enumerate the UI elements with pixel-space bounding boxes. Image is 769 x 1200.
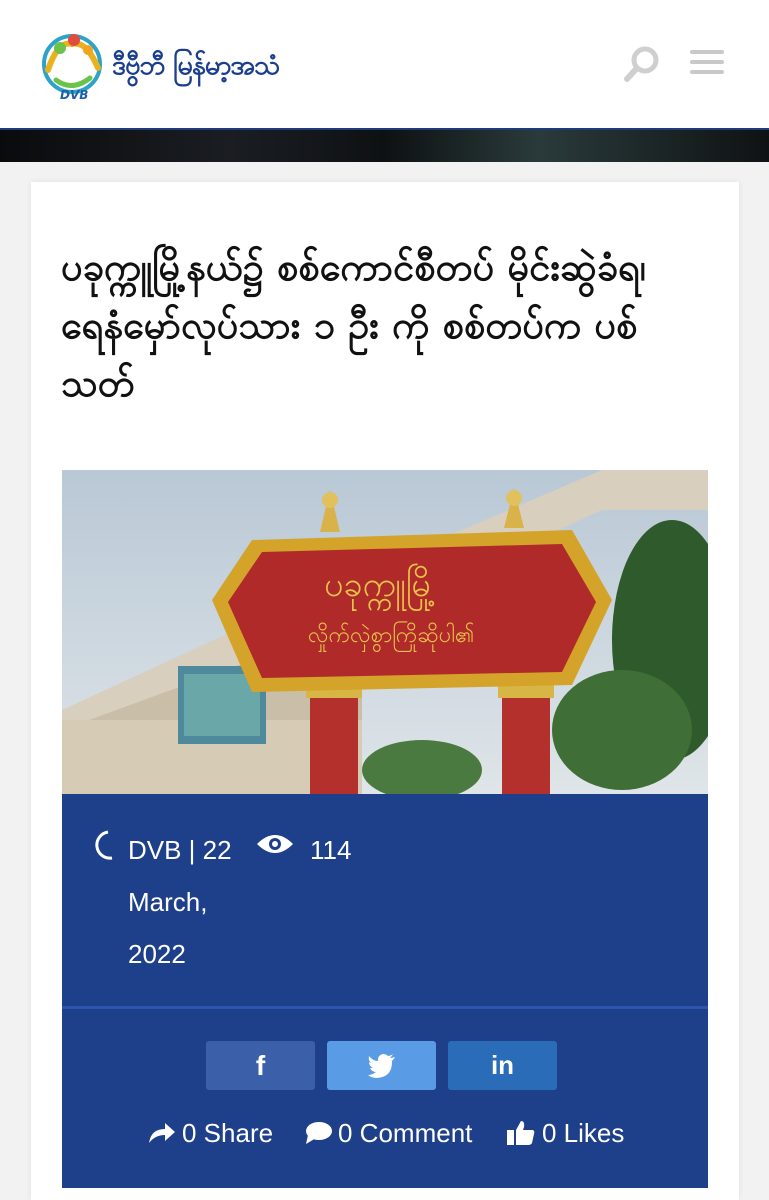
hero-sign-text-1: ပခုက္ကူမြို့	[324, 565, 436, 605]
facebook-icon: f	[255, 1049, 266, 1081]
hero-sign-text-2: လှိုက်လှဲစွာကြိုဆိုပါ၏	[308, 623, 475, 648]
thumbs-up-icon	[507, 1121, 535, 1145]
comment-label: 0 Comment	[338, 1117, 473, 1148]
comment-count[interactable]: 0 Comment	[304, 1113, 472, 1153]
site-logo[interactable]: ဒီဗွီဘီ မြန်မာ့အသံ DVB	[38, 30, 338, 106]
view-count: 114	[310, 835, 352, 865]
article-title: ပခုက္ကူမြို့နယ်၌ စစ်ကောင်စီတပ် မိုင်းဆွဲ…	[61, 245, 646, 405]
article-hero-image: ပခုက္ကူမြို့ လှိုက်လှဲစွာကြိုဆိုပါ၏	[62, 470, 708, 794]
linkedin-share-button[interactable]: in	[448, 1041, 557, 1090]
twitter-icon	[367, 1053, 395, 1078]
menu-button[interactable]	[688, 48, 726, 78]
site-header: ဒီဗွီဘီ မြန်မာ့အသံ DVB	[0, 0, 769, 130]
share-section: f in 0 Share 0 Comment 0 Likes	[62, 1006, 708, 1188]
likes-count[interactable]: 0 Likes	[506, 1113, 624, 1153]
share-arrow-icon	[149, 1123, 175, 1143]
menu-icon-bar	[690, 60, 724, 64]
linkedin-icon: in	[490, 1050, 515, 1080]
menu-icon-bar	[690, 70, 724, 74]
author-date: DVB | 22 March, 2022	[128, 835, 232, 969]
logo-subtext: DVB	[60, 88, 89, 102]
logo-wordmark: ဒီဗွီဘီ မြန်မာ့အသံ	[112, 50, 280, 81]
engagement-stats: 0 Share 0 Comment 0 Likes	[62, 1113, 708, 1153]
likes-label: 0 Likes	[542, 1117, 625, 1148]
search-icon	[624, 46, 659, 82]
share-count[interactable]: 0 Share	[148, 1113, 273, 1153]
search-button[interactable]	[622, 44, 662, 84]
menu-icon	[690, 50, 724, 54]
facebook-share-button[interactable]: f	[206, 1041, 315, 1090]
twitter-share-button[interactable]	[327, 1041, 436, 1090]
article-card: ပခုက္ကူမြို့နယ်၌ စစ်ကောင်စီတပ် မိုင်းဆွဲ…	[31, 182, 739, 1200]
date-moon-icon	[95, 830, 113, 860]
article-meta: DVB | 22 March, 2022 114	[62, 794, 708, 1006]
views-eye-icon	[257, 835, 293, 853]
top-banner	[0, 128, 769, 162]
share-label: 0 Share	[182, 1117, 274, 1148]
comment-bubble-icon	[306, 1122, 332, 1144]
